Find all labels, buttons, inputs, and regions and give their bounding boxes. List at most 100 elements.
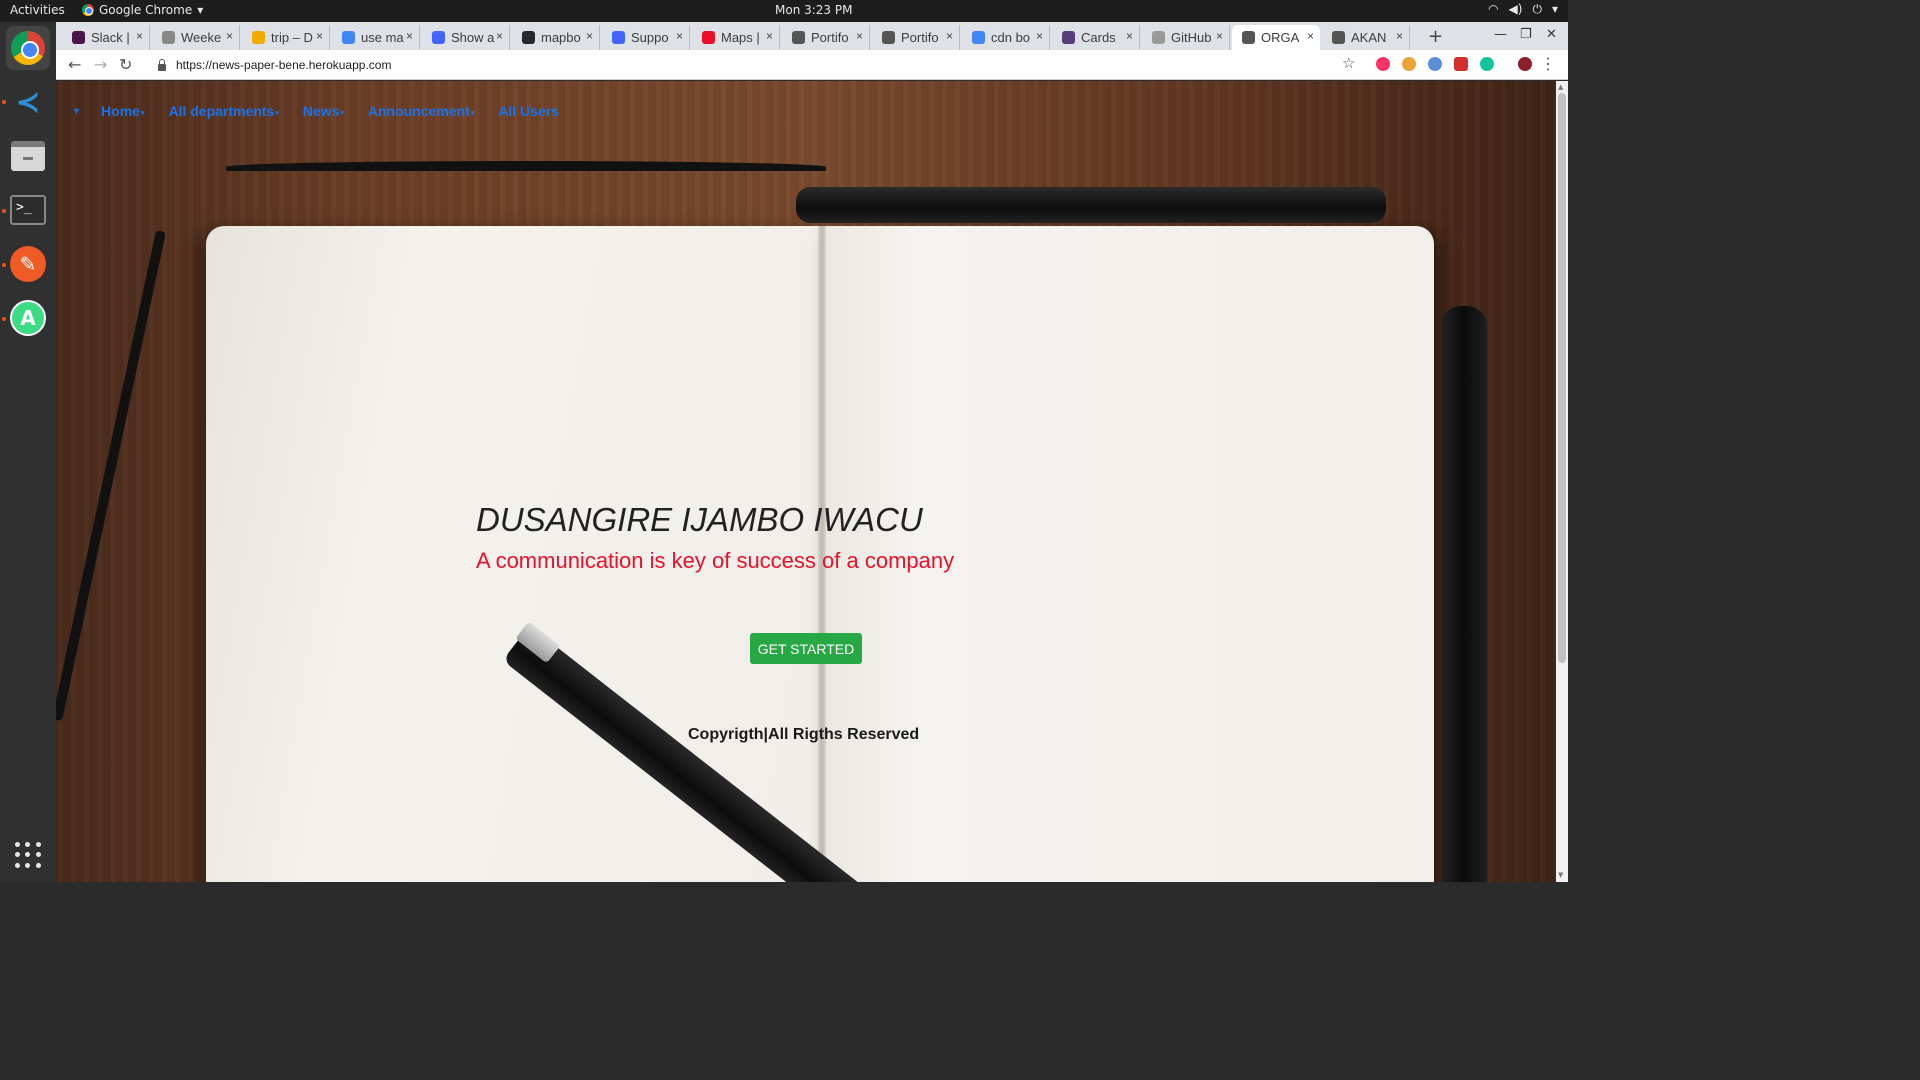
dropdown-caret-icon: ▾ xyxy=(470,110,475,117)
browser-tab[interactable]: Suppo × xyxy=(602,25,690,50)
browser-tab[interactable]: trip – D × xyxy=(242,25,330,50)
dock-vscode[interactable]: ≺ xyxy=(6,80,50,124)
browser-tab[interactable]: Portifo × xyxy=(782,25,870,50)
nav-link-label: All departments xyxy=(168,103,275,119)
nav-link-all-users[interactable]: All Users xyxy=(498,103,559,119)
browser-tab[interactable]: Portifo × xyxy=(872,25,960,50)
close-tab-icon[interactable]: × xyxy=(766,29,773,43)
nav-link-announcement[interactable]: Announcement ▾ xyxy=(368,103,474,119)
get-started-button[interactable]: GET STARTED xyxy=(750,633,862,664)
tab-title: Portifo xyxy=(901,30,939,45)
tab-title: cdn bo xyxy=(991,30,1031,45)
tab-title: mapbo xyxy=(541,30,581,45)
tab-title: Slack | xyxy=(91,30,130,45)
nav-link-label: All Users xyxy=(498,103,559,119)
tab-strip: Slack | × Weeke × trip – D × use ma × Show a × map… xyxy=(56,22,1568,50)
tab-title: Cards xyxy=(1081,30,1116,45)
bootstrap-icon xyxy=(1062,31,1075,44)
tab-title: ORGA xyxy=(1261,30,1300,45)
close-window-icon[interactable]: ✕ xyxy=(1546,27,1557,42)
pin-icon xyxy=(162,31,175,44)
postman-icon: ✎ xyxy=(10,246,46,282)
browser-tab[interactable]: mapbo × xyxy=(512,25,600,50)
web-page: ▾ Home ▾ All departments ▾ News ▾ Announcement… xyxy=(56,81,1556,882)
nav-link-all-departments[interactable]: All departments ▾ xyxy=(168,103,278,119)
grammarly-icon[interactable] xyxy=(1480,57,1494,71)
chevron-down-icon: ▾ xyxy=(197,3,204,17)
browser-tab[interactable]: cdn bo × xyxy=(962,25,1050,50)
globe-icon xyxy=(1332,31,1345,44)
system-top-bar: Activities Google Chrome ▾ Mon 3:23 PM ◠… xyxy=(0,0,1568,22)
dropdown-caret-icon: ▾ xyxy=(140,110,145,117)
app-menu-label: Google Chrome xyxy=(99,3,193,17)
close-tab-icon[interactable]: × xyxy=(856,29,863,43)
lock-icon xyxy=(158,58,166,71)
system-tray[interactable]: ◠ ◀) ⏻ ▾ xyxy=(1488,2,1558,17)
close-tab-icon[interactable]: × xyxy=(1307,29,1314,43)
close-tab-icon[interactable]: × xyxy=(1036,29,1043,43)
extension-icon[interactable] xyxy=(1454,57,1468,71)
minimize-icon[interactable]: — xyxy=(1494,27,1507,42)
close-tab-icon[interactable]: × xyxy=(226,29,233,43)
nav-link-label: Announcement xyxy=(367,103,470,119)
dock-chrome[interactable] xyxy=(6,26,50,70)
clock[interactable]: Mon 3:23 PM xyxy=(775,3,852,17)
chrome-menu-icon[interactable]: ⋮ xyxy=(1540,54,1556,73)
extension-icon[interactable] xyxy=(1428,57,1442,71)
browser-tab[interactable]: use ma × xyxy=(332,25,420,50)
dropdown-caret-icon: ▾ xyxy=(340,110,344,117)
restore-icon[interactable]: ❐ xyxy=(1520,27,1532,42)
vscode-icon: ≺ xyxy=(15,84,41,120)
browser-tab[interactable]: Cards × xyxy=(1052,25,1140,50)
activities-button[interactable]: Activities xyxy=(10,3,65,17)
browser-tab[interactable]: GitHub × xyxy=(1142,25,1230,50)
site-navbar: ▾ Home ▾ All departments ▾ News ▾ Announcement… xyxy=(74,103,583,119)
address-bar[interactable]: https://news-paper-bene.herokuapp.com xyxy=(152,54,1352,76)
close-tab-icon[interactable]: × xyxy=(1216,29,1223,43)
nav-link-news[interactable]: News ▾ xyxy=(303,103,344,119)
close-tab-icon[interactable]: × xyxy=(676,29,683,43)
dock-android-studio[interactable]: A xyxy=(6,296,50,340)
browser-tab[interactable]: Maps | × xyxy=(692,25,780,50)
close-tab-icon[interactable]: × xyxy=(946,29,953,43)
hero-subtitle: A communication is key of success of a c… xyxy=(476,548,955,573)
close-tab-icon[interactable]: × xyxy=(1396,29,1403,43)
browser-tab[interactable]: Slack | × xyxy=(62,25,150,50)
wifi-icon: ◠ xyxy=(1488,2,1499,16)
power-icon: ⏻ xyxy=(1532,2,1542,16)
chrome-icon xyxy=(11,31,45,65)
dock-terminal[interactable]: >_ xyxy=(6,188,50,232)
bookmark-star-icon[interactable]: ☆ xyxy=(1342,54,1355,72)
close-tab-icon[interactable]: × xyxy=(586,29,593,43)
dock-postman[interactable]: ✎ xyxy=(6,242,50,286)
app-menu[interactable]: Google Chrome ▾ xyxy=(82,3,203,17)
forward-icon[interactable]: → xyxy=(94,55,107,74)
close-tab-icon[interactable]: × xyxy=(1126,29,1133,43)
vertical-scrollbar[interactable]: ▲ ▼ xyxy=(1556,81,1568,882)
close-tab-icon[interactable]: × xyxy=(316,29,323,43)
globe-icon xyxy=(882,31,895,44)
dock-files[interactable] xyxy=(6,134,50,178)
android-studio-icon: A xyxy=(10,300,46,336)
browser-tab[interactable]: ORGA × xyxy=(1232,25,1320,50)
reload-icon[interactable]: ↻ xyxy=(119,55,132,74)
chevron-down-icon: ▾ xyxy=(1551,2,1558,16)
extension-icon[interactable] xyxy=(1402,57,1416,71)
slack-icon xyxy=(72,31,85,44)
browser-tab[interactable]: Show a × xyxy=(422,25,510,50)
browser-tab[interactable]: Weeke × xyxy=(152,25,240,50)
close-tab-icon[interactable]: × xyxy=(136,29,143,43)
copyright-text: Copyrigth|All Rigths Reserved xyxy=(688,726,920,743)
new-tab-button[interactable]: + xyxy=(1428,26,1443,47)
close-tab-icon[interactable]: × xyxy=(496,29,503,43)
scrollbar-thumb[interactable] xyxy=(1558,93,1566,663)
nav-link-home[interactable]: Home ▾ xyxy=(101,103,144,119)
back-icon[interactable]: ← xyxy=(68,55,81,74)
show-apps-icon[interactable] xyxy=(15,842,41,868)
extension-icon[interactable] xyxy=(1376,57,1390,71)
github-icon xyxy=(522,31,535,44)
profile-avatar[interactable] xyxy=(1518,57,1532,71)
close-tab-icon[interactable]: × xyxy=(406,29,413,43)
browser-tab[interactable]: AKAN × xyxy=(1322,25,1410,50)
globe-icon xyxy=(1242,31,1255,44)
